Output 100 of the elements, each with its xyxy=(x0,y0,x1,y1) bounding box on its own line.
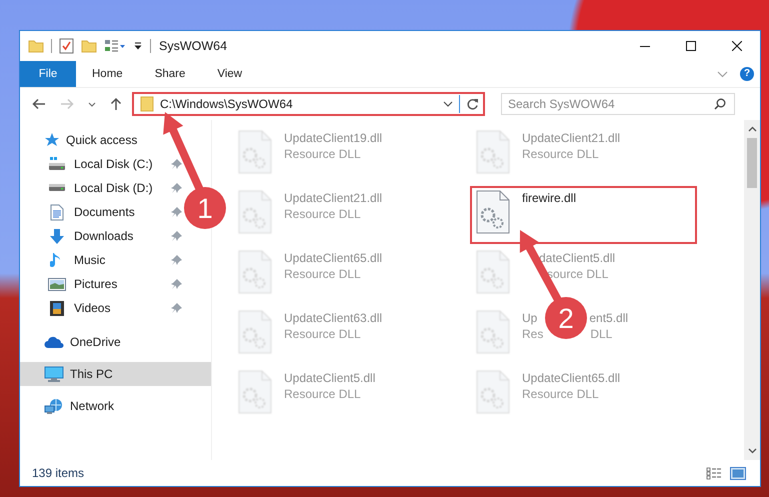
file-type: Resource DLL xyxy=(284,147,362,161)
nav-item[interactable]: Local Disk (D:) xyxy=(20,176,183,200)
details-view-icon[interactable] xyxy=(706,466,722,480)
gear-file-icon xyxy=(476,130,510,174)
gear-file-icon xyxy=(238,130,272,174)
nav-item[interactable]: Network xyxy=(20,394,211,418)
nav-item[interactable]: Music xyxy=(20,248,183,272)
number-badge: 1 xyxy=(184,187,226,229)
file-type: Resource DLL xyxy=(284,207,362,221)
nav-label: Documents xyxy=(74,205,136,219)
dropdown-caret-icon[interactable] xyxy=(443,101,453,107)
help-button[interactable]: ? xyxy=(740,67,754,81)
gear-file-icon xyxy=(238,370,272,414)
film-icon xyxy=(49,300,65,316)
file-type: Resource DLL xyxy=(284,387,362,401)
star-icon xyxy=(44,132,60,148)
file-name: firewire.dll xyxy=(522,191,576,205)
gear-file-icon xyxy=(476,250,510,294)
back-arrow-icon[interactable] xyxy=(32,98,46,110)
ribbon-tab[interactable]: Home xyxy=(76,61,139,87)
maximize-icon xyxy=(686,41,696,51)
nav-item[interactable]: Local Disk (C:) xyxy=(20,152,183,176)
nav-label: OneDrive xyxy=(70,335,122,349)
file-name: UpdateClient19.dll xyxy=(284,131,382,145)
pin-icon[interactable] xyxy=(171,230,183,242)
nav-item[interactable]: This PC xyxy=(20,362,211,386)
file-type: Resource DLL xyxy=(284,267,362,281)
pin-icon[interactable] xyxy=(171,254,183,266)
network-icon xyxy=(44,398,64,414)
ribbon-tab[interactable]: View xyxy=(201,61,258,87)
up-arrow-icon[interactable] xyxy=(110,97,122,111)
large-icons-view-icon[interactable] xyxy=(730,466,746,480)
properties-check-icon[interactable] xyxy=(59,38,74,54)
gear-file-icon xyxy=(238,250,272,294)
gear-file-icon xyxy=(476,310,510,354)
file-type: Resource DLL xyxy=(522,387,600,401)
file-type: DLL xyxy=(590,327,612,341)
nav-item[interactable]: Videos xyxy=(20,296,183,320)
refresh-icon[interactable] xyxy=(466,98,479,110)
cloud-icon xyxy=(44,335,64,349)
address-path: C:\Windows\SysWOW64 xyxy=(160,97,294,111)
nav-item[interactable]: Pictures xyxy=(20,272,183,296)
pin-icon[interactable] xyxy=(171,278,183,290)
nav-label: Local Disk (D:) xyxy=(74,181,154,195)
file-name: UpdateClient21.dll xyxy=(522,131,620,145)
pin-icon[interactable] xyxy=(171,206,183,218)
file-name: Up xyxy=(522,311,538,325)
search-field[interactable]: Search SysWOW64 xyxy=(501,93,735,115)
file-type: Res xyxy=(522,327,544,341)
file-name: dateClient5.dll xyxy=(539,251,616,265)
monitor-icon xyxy=(44,366,64,382)
gear-file-icon xyxy=(238,310,272,354)
file-name: ent5.dll xyxy=(589,311,628,325)
pin-icon[interactable] xyxy=(171,182,183,194)
gear-file-icon xyxy=(476,190,510,234)
folder-icon xyxy=(140,96,154,112)
file-type: Resource DLL xyxy=(284,327,362,341)
nav-label: Music xyxy=(74,253,106,267)
recent-dropdown-icon[interactable] xyxy=(88,102,96,106)
item-count: 139 items xyxy=(32,466,84,480)
pin-icon[interactable] xyxy=(171,302,183,314)
file-name: UpdateClient21.dll xyxy=(284,191,382,205)
address-bar[interactable]: C:\Windows\SysWOW64 xyxy=(132,92,485,116)
nav-label: Downloads xyxy=(74,229,134,243)
nav-item[interactable]: Documents xyxy=(20,200,183,224)
gear-file-icon xyxy=(238,190,272,234)
search-icon xyxy=(714,98,726,110)
nav-label: This PC xyxy=(70,367,114,381)
nav-label: Quick access xyxy=(66,133,138,147)
file-name: UpdateClient65.dll xyxy=(284,251,382,265)
scroll-down-icon[interactable] xyxy=(748,448,756,454)
scroll-thumb[interactable] xyxy=(747,138,757,188)
drive-icon xyxy=(48,157,66,171)
download-arrow-icon xyxy=(49,228,65,244)
scroll-up-icon[interactable] xyxy=(748,126,756,132)
file-name: UpdateClient65.dll xyxy=(522,371,620,385)
file-name: UpdateClient5.dll xyxy=(284,371,376,385)
document-icon xyxy=(50,204,64,220)
picture-icon xyxy=(48,276,66,292)
nav-label: Network xyxy=(70,399,116,413)
window-title: SysWOW64 xyxy=(159,39,228,53)
drive-icon xyxy=(48,184,66,192)
number-badge: 2 xyxy=(545,297,587,339)
nav-label: Pictures xyxy=(74,277,118,291)
nav-item[interactable]: Downloads xyxy=(20,224,183,248)
pin-icon[interactable] xyxy=(171,158,183,170)
close-icon xyxy=(732,41,742,51)
nav-item[interactable]: OneDrive xyxy=(20,330,211,354)
nav-label: Videos xyxy=(74,301,112,315)
gear-file-icon xyxy=(476,370,510,414)
expand-ribbon-icon[interactable] xyxy=(717,70,728,78)
nav-item[interactable]: Quick access xyxy=(20,128,211,152)
ribbon-tab[interactable]: Share xyxy=(138,61,202,87)
file-menu-tab[interactable]: File xyxy=(20,61,76,87)
file-name: UpdateClient63.dll xyxy=(284,311,382,325)
view-options-icon[interactable] xyxy=(104,39,126,53)
customize-dropdown-icon[interactable] xyxy=(133,41,143,51)
file-type: source DLL xyxy=(547,267,608,281)
file-type: Resource DLL xyxy=(522,147,600,161)
scrollbar[interactable] xyxy=(744,120,760,460)
